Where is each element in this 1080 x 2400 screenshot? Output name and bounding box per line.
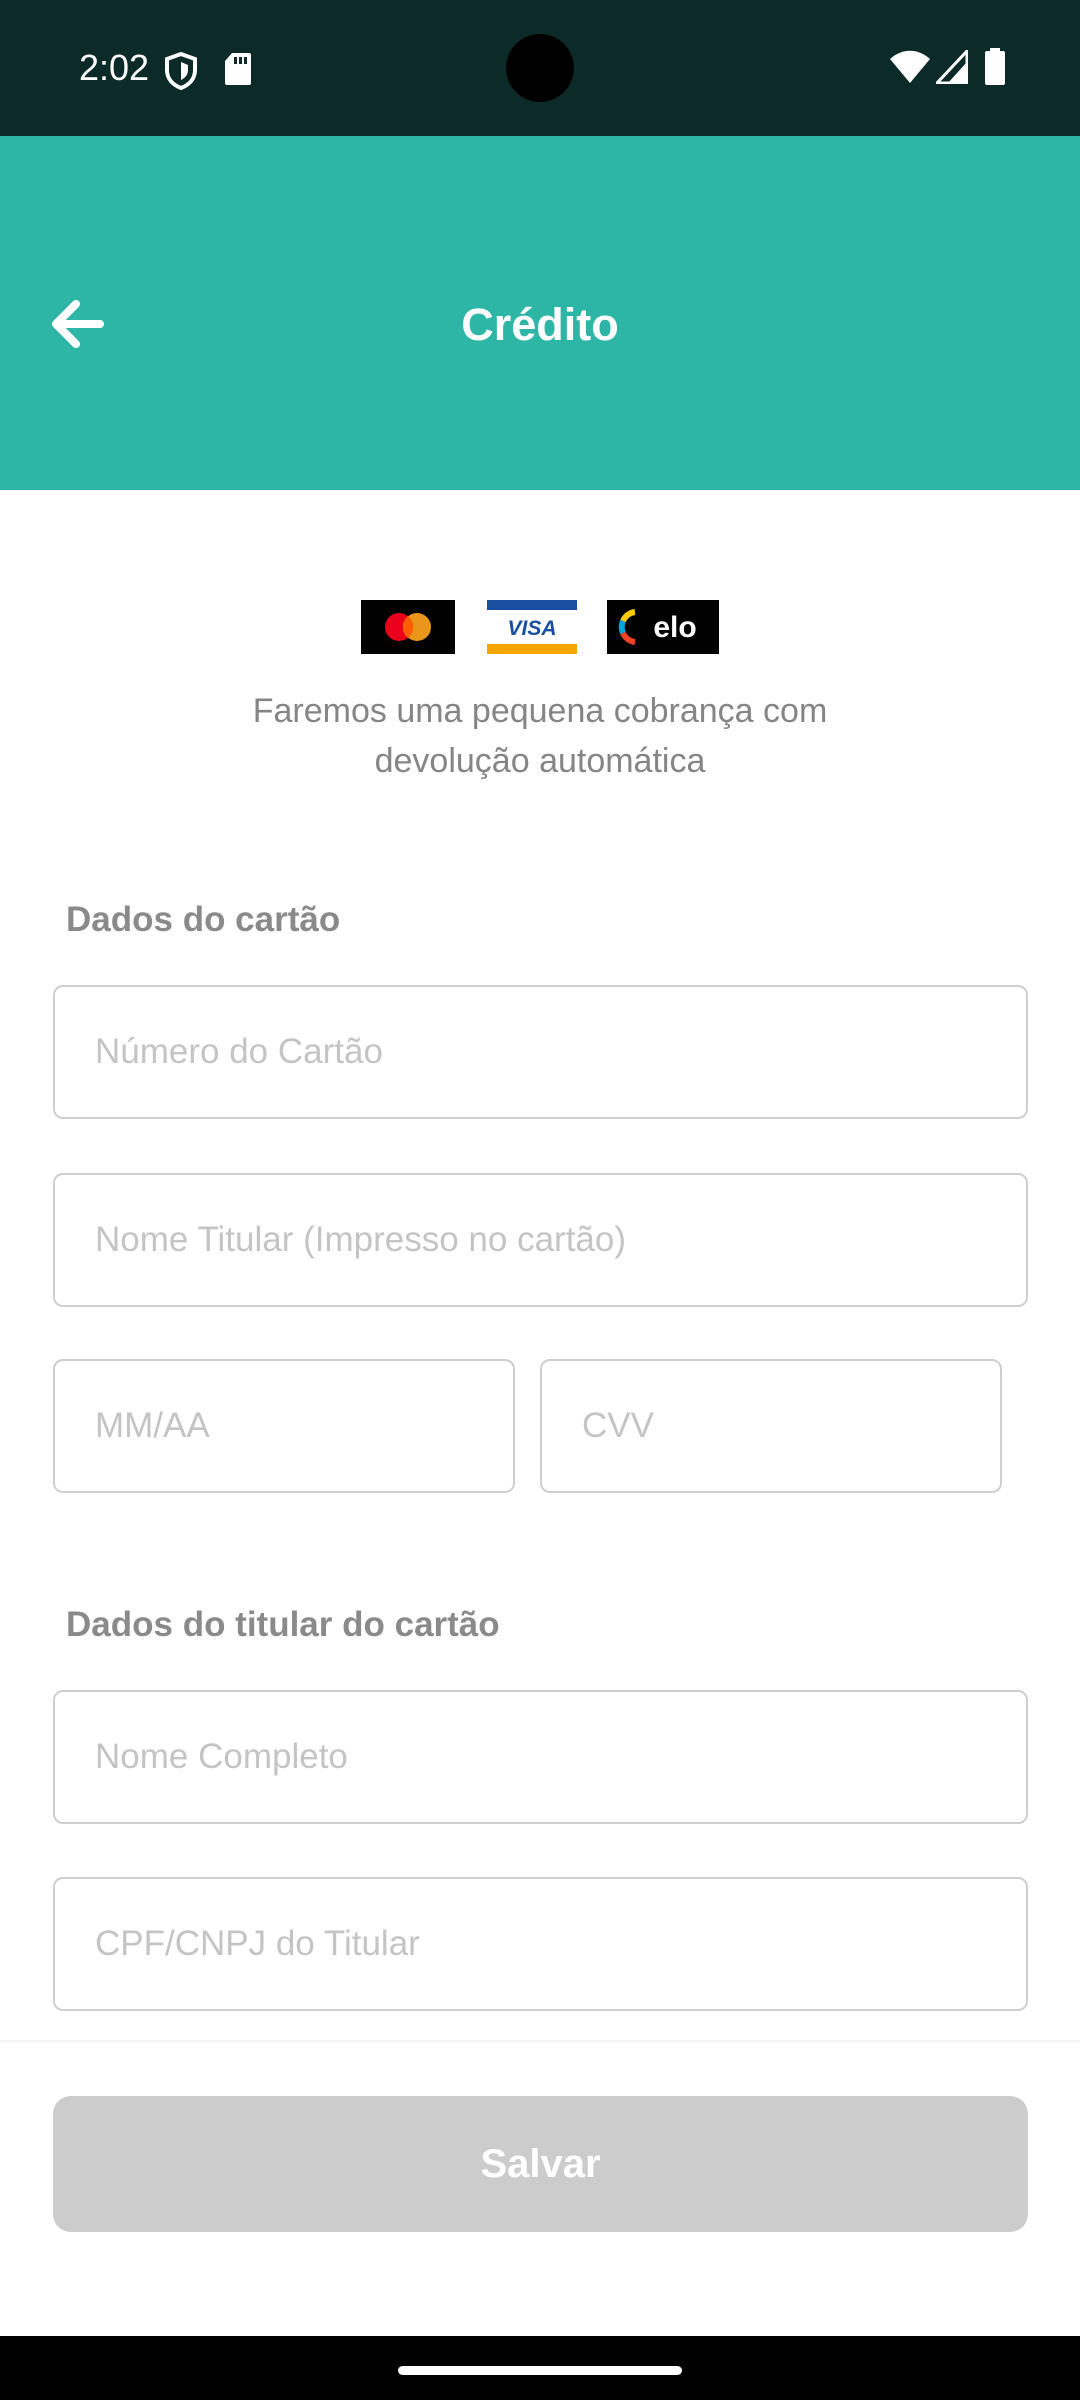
charge-info-line-2: devolução automática [374, 742, 706, 780]
full-name-field[interactable] [53, 1690, 1028, 1824]
full-name-input[interactable] [55, 1692, 1026, 1822]
wifi-icon [890, 50, 930, 83]
holder-section-label: Dados do titular do cartão [66, 1605, 500, 1644]
signal-icon [936, 50, 968, 84]
shield-icon [165, 52, 197, 90]
expiry-input[interactable] [55, 1361, 513, 1491]
navigation-bar [0, 2336, 1080, 2400]
card-number-field[interactable] [53, 985, 1028, 1119]
sd-card-icon [225, 53, 251, 85]
card-brands: VISA elo [0, 600, 1080, 654]
svg-text:VISA: VISA [507, 617, 556, 640]
document-input[interactable] [55, 1879, 1026, 2009]
divider [0, 2040, 1080, 2042]
camera-cutout [506, 34, 574, 102]
charge-info-line-1: Faremos uma pequena cobrança com [252, 692, 828, 730]
mastercard-logo [361, 600, 455, 654]
card-number-input[interactable] [55, 987, 1026, 1117]
cvv-input[interactable] [542, 1361, 1000, 1491]
battery-icon [985, 48, 1005, 85]
status-bar: 2:02 [0, 0, 1080, 136]
holder-name-input[interactable] [55, 1175, 1026, 1305]
charge-info-text: Faremos uma pequena cobrança com devoluç… [140, 686, 940, 786]
holder-name-field[interactable] [53, 1173, 1028, 1307]
status-time: 2:02 [79, 47, 150, 88]
visa-logo: VISA [487, 600, 577, 654]
document-field[interactable] [53, 1877, 1028, 2011]
svg-text:elo: elo [653, 611, 696, 644]
page-title: Crédito [461, 299, 619, 350]
home-gesture-handle[interactable] [398, 2366, 682, 2375]
card-section-label: Dados do cartão [66, 900, 341, 939]
cvv-field[interactable] [540, 1359, 1002, 1493]
expiry-field[interactable] [53, 1359, 515, 1493]
save-button[interactable]: Salvar [53, 2096, 1028, 2232]
elo-logo: elo [607, 600, 719, 654]
